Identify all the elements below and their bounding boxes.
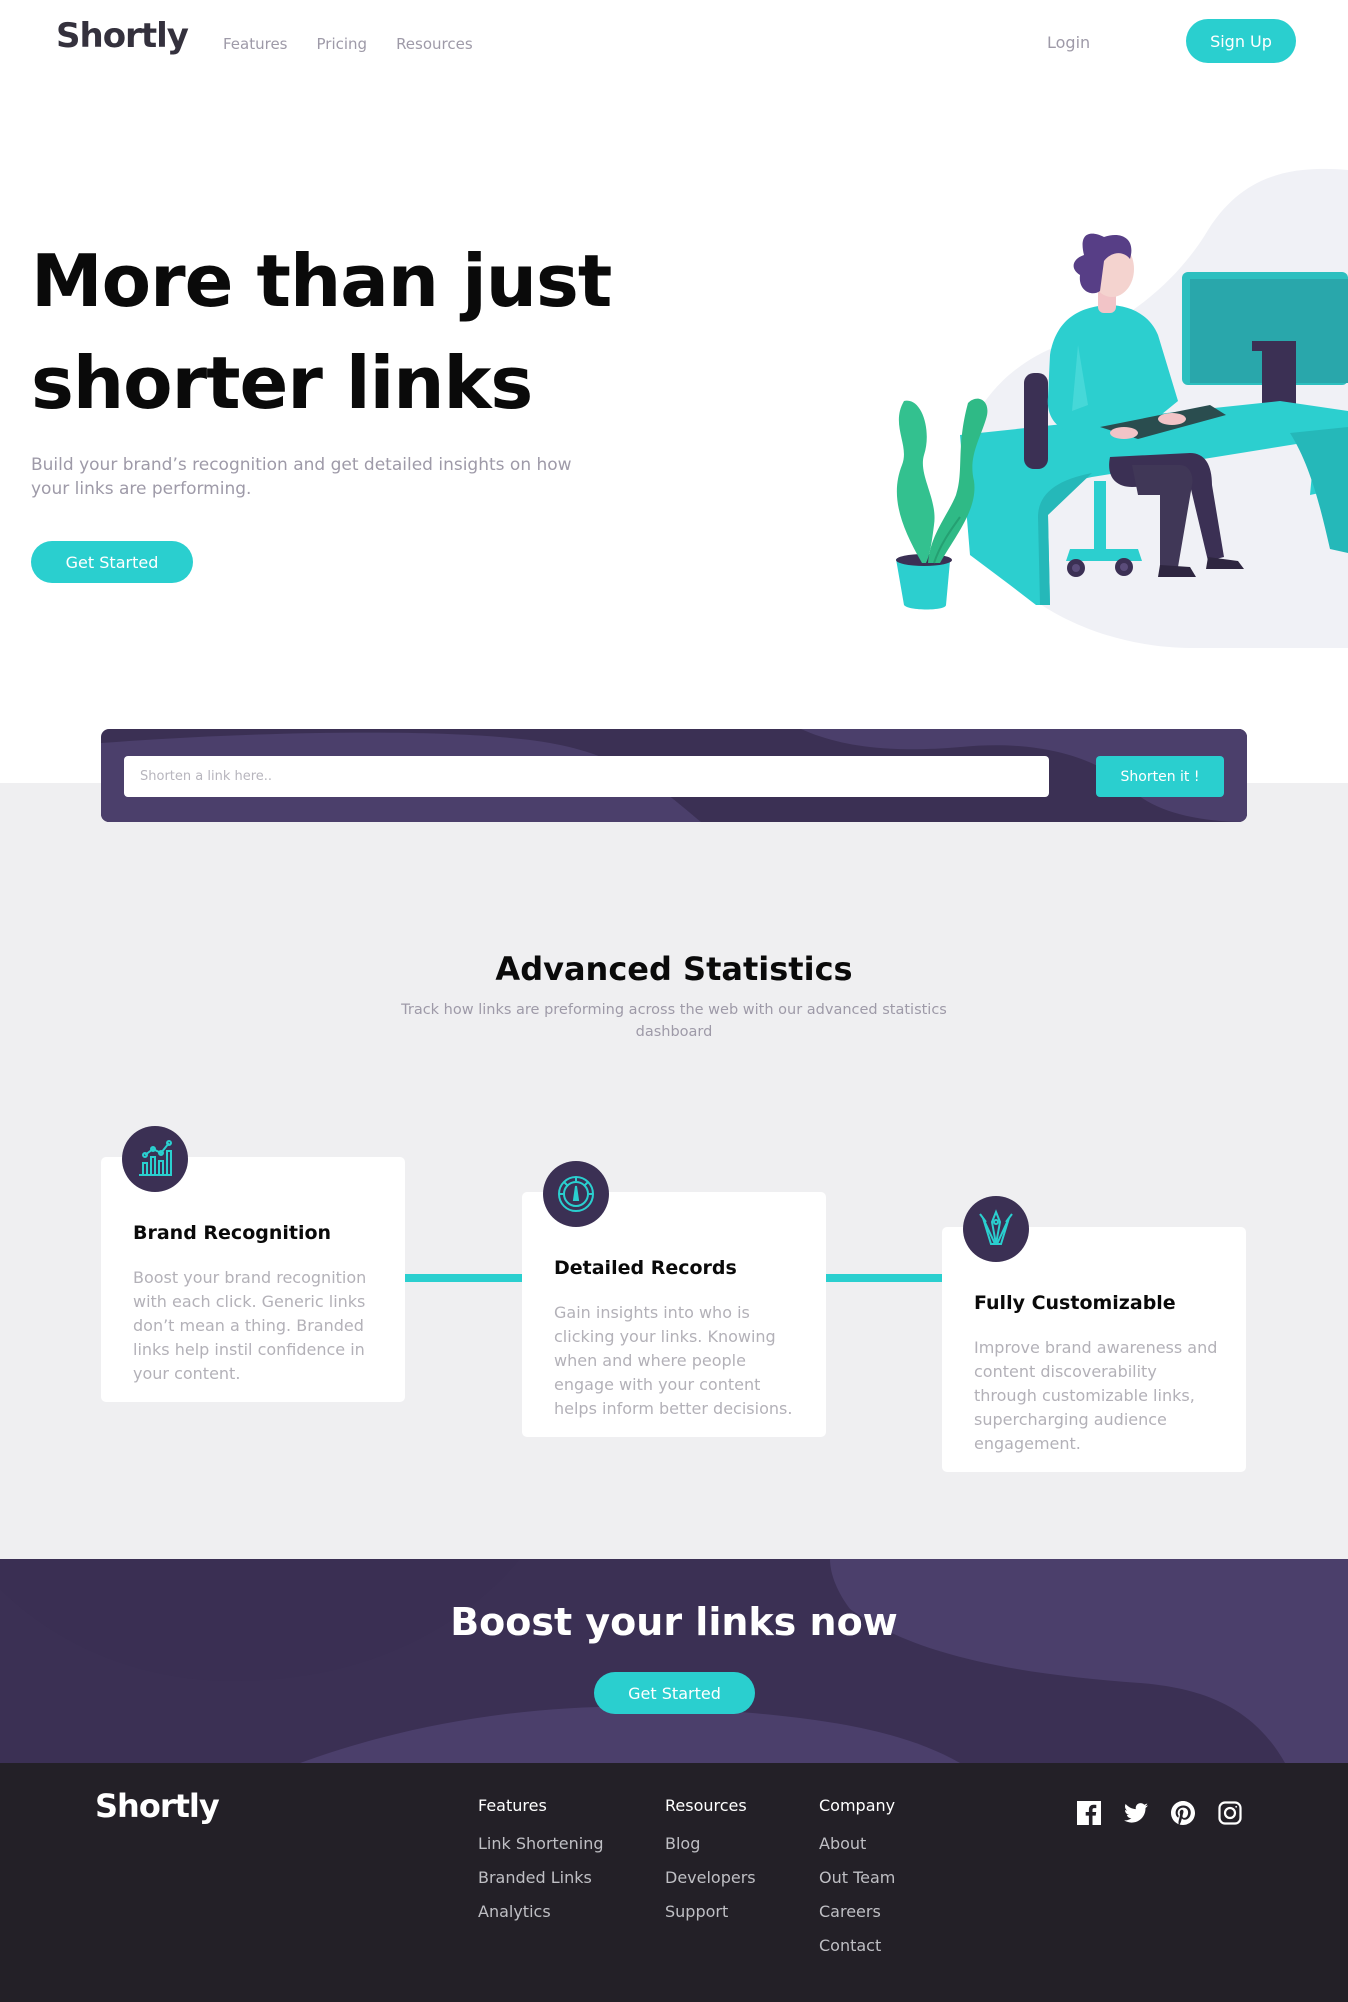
pinterest-icon[interactable] [1170,1800,1196,1826]
boost-section: Boost your links now Get Started [0,1559,1348,1763]
footer-link[interactable]: Support [665,1901,756,1922]
social-links [1076,1800,1243,1826]
card-text: Improve brand awareness and content disc… [974,1338,1218,1453]
boost-background-pattern [0,1559,1348,1763]
site-header: Shortly Features Pricing Resources Login… [0,0,1348,90]
gauge-icon [543,1161,609,1227]
card-text: Gain insights into who is clicking your … [554,1303,793,1418]
feature-card-brand-recognition: Brand Recognition Boost your brand recog… [101,1126,405,1402]
working-person-illustration [896,168,1348,648]
footer-column-resources: Resources Blog Developers Support [665,1796,756,1935]
footer-link[interactable]: Out Team [819,1867,895,1888]
pens-icon [963,1196,1029,1262]
footer-heading: Company [819,1796,896,1815]
login-link[interactable]: Login [1047,33,1090,52]
boost-title: Boost your links now [450,1600,898,1644]
feature-card-fully-customizable: Fully Customizable Improve brand awarene… [942,1196,1246,1472]
feature-card-detailed-records: Detailed Records Gain insights into who … [522,1161,826,1437]
footer-heading: Features [478,1796,547,1815]
shorten-button[interactable]: Shorten it ! [1096,756,1224,797]
chart-icon [122,1126,188,1192]
hero-subtitle: Build your brand’s recognition and get d… [31,455,572,499]
footer-link[interactable]: Careers [819,1901,895,1922]
footer-column-features: Features Link Shortening Branded Links A… [478,1796,604,1935]
instagram-icon[interactable] [1217,1800,1243,1826]
nav-link-resources[interactable]: Resources [396,35,473,53]
site-footer: Shortly Features Link Shortening Branded… [0,1763,1348,2002]
card-connector-line [825,1274,943,1282]
footer-link[interactable]: Contact [819,1935,895,1956]
footer-link[interactable]: Blog [665,1833,756,1854]
card-title: Fully Customizable [974,1292,1176,1314]
footer-link[interactable]: About [819,1833,895,1854]
main-nav: Features Pricing Resources [223,35,473,53]
footer-logo[interactable]: Shortly [95,1787,220,1825]
card-title: Brand Recognition [133,1222,332,1244]
facebook-icon[interactable] [1076,1800,1102,1826]
footer-column-company: Company About Out Team Careers Contact [819,1796,895,1969]
card-connector-line [405,1274,523,1282]
statistics-subtitle: Track how links are preforming across th… [401,1002,947,1040]
signup-button[interactable]: Sign Up [1186,19,1296,63]
nav-link-features[interactable]: Features [223,35,288,53]
shorten-form: Shorten it ! [101,729,1247,822]
hero-title: More than just shorter links [31,239,612,425]
footer-link[interactable]: Analytics [478,1901,604,1922]
logo[interactable]: Shortly [56,16,189,56]
footer-heading: Resources [665,1796,747,1815]
card-title: Detailed Records [554,1257,737,1279]
statistics-title: Advanced Statistics [495,950,853,988]
footer-link[interactable]: Link Shortening [478,1833,604,1854]
shorten-url-input[interactable] [124,756,1049,797]
hero-get-started-button[interactable]: Get Started [31,541,193,583]
card-text: Boost your brand recognition with each c… [133,1268,367,1383]
boost-get-started-button[interactable]: Get Started [594,1672,755,1714]
twitter-icon[interactable] [1123,1800,1149,1826]
footer-link[interactable]: Developers [665,1867,756,1888]
footer-link[interactable]: Branded Links [478,1867,604,1888]
nav-link-pricing[interactable]: Pricing [317,35,368,53]
